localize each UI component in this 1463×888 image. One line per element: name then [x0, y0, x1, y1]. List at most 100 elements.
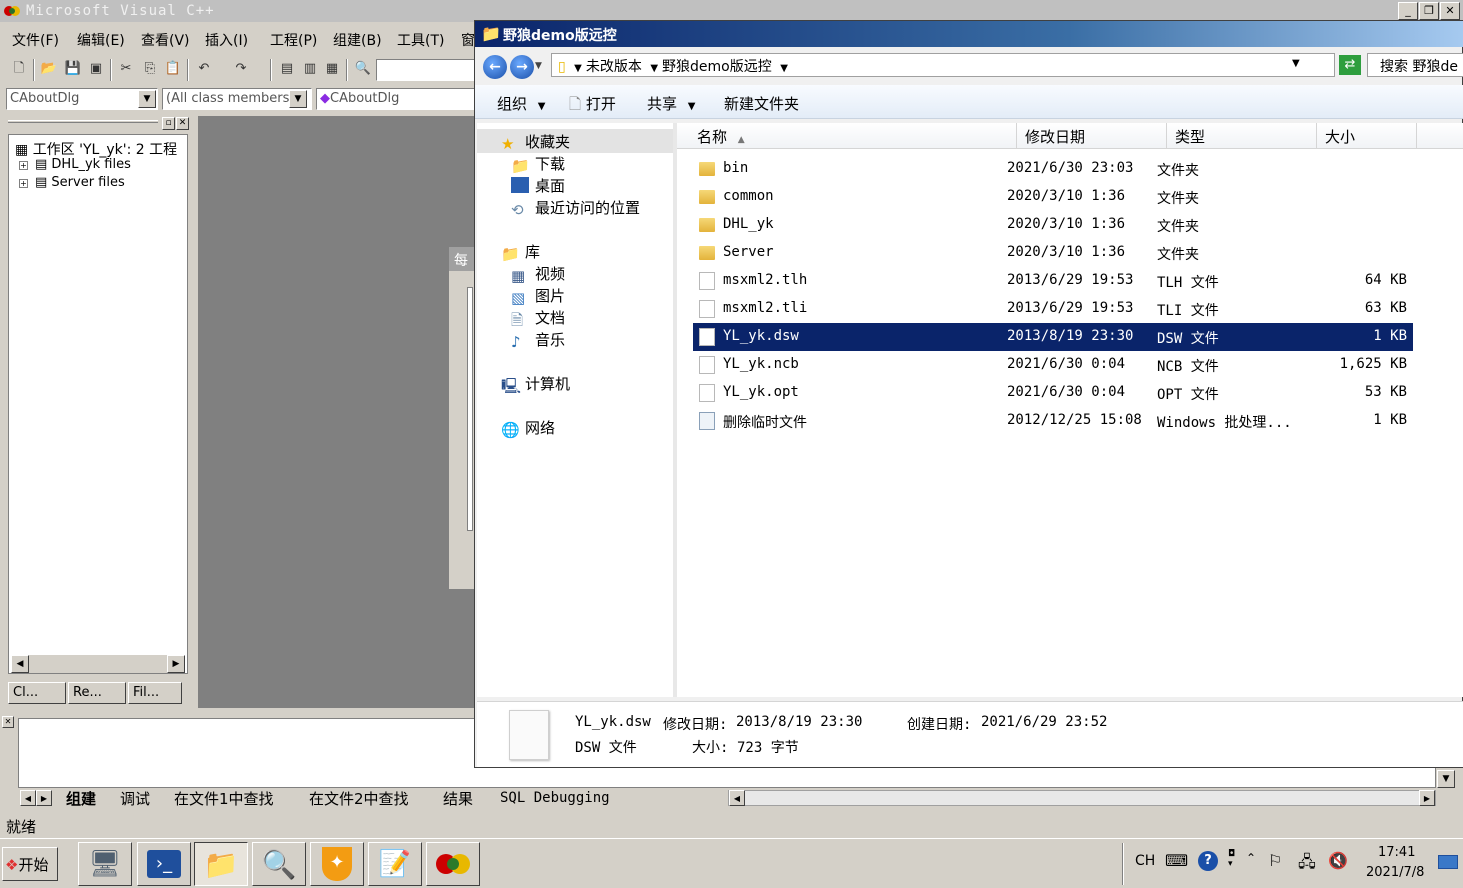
- breadcrumb-item[interactable]: 未改版本: [586, 59, 642, 75]
- file-row[interactable]: 删除临时文件 2012/12/25 15:08 Windows 批处理... 1 KB: [693, 407, 1413, 435]
- save-all-icon[interactable]: ▣: [85, 58, 107, 80]
- task-notepad[interactable]: 📝: [368, 842, 422, 886]
- menu-file[interactable]: 文件(F): [12, 30, 59, 50]
- menu-build[interactable]: 组建(B): [333, 30, 382, 50]
- expand-icon[interactable]: +: [19, 179, 28, 188]
- show-hidden-icons-icon[interactable]: ⌃: [1246, 851, 1256, 865]
- file-row[interactable]: Server 2020/3/10 1:36 文件夹: [693, 239, 1413, 267]
- search-input[interactable]: 搜索 野狼de: [1367, 53, 1463, 77]
- forward-arrow-icon[interactable]: →: [510, 55, 534, 79]
- vc-title-bar[interactable]: Microsoft Visual C++ _ ❐ ✕: [0, 0, 1463, 22]
- open-button[interactable]: 🗋 打开: [569, 93, 616, 119]
- file-row[interactable]: YL_yk.ncb 2021/6/30 0:04 NCB 文件 1,625 KB: [693, 351, 1413, 379]
- task-explorer[interactable]: 📁: [194, 842, 248, 886]
- clock-date[interactable]: 2021/7/8: [1366, 865, 1424, 880]
- chevron-down-icon[interactable]: ▼: [574, 63, 582, 74]
- nav-network[interactable]: 🌐 网络: [501, 417, 555, 439]
- column-name[interactable]: 名称 ▲: [677, 123, 1017, 149]
- volume-muted-icon[interactable]: 🔇: [1328, 851, 1348, 870]
- column-size[interactable]: 大小: [1317, 123, 1417, 149]
- breadcrumb[interactable]: ▯ ▼ 未改版本 ▼ 野狼demo版远控 ▼ ▼: [551, 53, 1335, 77]
- language-indicator[interactable]: CH: [1135, 853, 1155, 869]
- tab-build[interactable]: 组建: [66, 788, 96, 809]
- nav-recent-places[interactable]: ⟲ 最近访问的位置: [511, 197, 640, 219]
- nav-videos[interactable]: ▦ 视频: [511, 263, 565, 285]
- file-row[interactable]: msxml2.tli 2013/6/29 19:53 TLI 文件 63 KB: [693, 295, 1413, 323]
- find-in-files-icon[interactable]: 🔍: [352, 58, 374, 80]
- open-folder-icon[interactable]: 📂: [38, 58, 60, 80]
- function-combo[interactable]: ◆CAboutDlg: [316, 88, 480, 110]
- task-visual-cpp[interactable]: [426, 842, 480, 886]
- back-arrow-icon[interactable]: ←: [483, 55, 507, 79]
- scroll-right-icon[interactable]: ▶: [167, 655, 185, 673]
- file-row[interactable]: bin 2021/6/30 23:03 文件夹: [693, 155, 1413, 183]
- workspace-root[interactable]: ▦ 工作区 'YL_yk': 2 工程: [15, 139, 177, 159]
- tree-item-server[interactable]: ▤ Server files: [35, 175, 125, 190]
- task-powershell[interactable]: ›_: [137, 842, 191, 886]
- undo-icon[interactable]: ↶: [193, 58, 215, 80]
- task-security-app[interactable]: ✦: [310, 842, 364, 886]
- tab-find-in-files-2[interactable]: 在文件2中查找: [309, 788, 409, 809]
- chevron-down-icon[interactable]: ▼: [650, 63, 658, 74]
- new-folder-button[interactable]: 新建文件夹: [724, 93, 799, 114]
- menu-tools[interactable]: 工具(T): [397, 30, 444, 50]
- share-button[interactable]: 共享 ▼: [647, 93, 696, 114]
- tree-item-dhl-yk[interactable]: ▤ DHL_yk files: [35, 157, 131, 172]
- breadcrumb-item[interactable]: 野狼demo版远控: [662, 59, 772, 75]
- task-search[interactable]: 🔍: [252, 842, 306, 886]
- new-file-icon[interactable]: 🗋: [8, 58, 30, 80]
- window-list-icon[interactable]: ▦: [321, 58, 343, 80]
- tab-classview[interactable]: Cl...: [8, 682, 66, 704]
- nav-computer[interactable]: 🖳 计算机: [501, 373, 570, 395]
- nav-music[interactable]: ♪ 音乐: [511, 329, 565, 351]
- explorer-title-bar[interactable]: 📁 野狼demo版远控: [475, 21, 1463, 47]
- file-row[interactable]: msxml2.tlh 2013/6/29 19:53 TLH 文件 64 KB: [693, 267, 1413, 295]
- maximize-pane-button[interactable]: ▫: [162, 117, 175, 130]
- chevron-down-icon[interactable]: ▼: [780, 63, 788, 74]
- horizontal-scrollbar[interactable]: ◀ ▶: [11, 655, 185, 673]
- clock-time[interactable]: 17:41: [1378, 845, 1415, 860]
- ime-options-icon[interactable]: ◘ ▾: [1228, 849, 1235, 869]
- tab-results[interactable]: 结果: [443, 788, 473, 809]
- nav-pictures[interactable]: ▧ 图片: [511, 285, 565, 307]
- file-row[interactable]: common 2020/3/10 1:36 文件夹: [693, 183, 1413, 211]
- address-history-chevron-icon[interactable]: ▼: [1292, 58, 1300, 69]
- close-pane-button[interactable]: ✕: [176, 117, 189, 130]
- keyboard-icon[interactable]: ⌨: [1165, 851, 1188, 870]
- recent-pages-chevron-icon[interactable]: ▼: [535, 61, 542, 71]
- output-horizontal-scrollbar[interactable]: ◀ ▶: [728, 790, 1436, 806]
- redo-icon[interactable]: ↷: [230, 58, 252, 80]
- refresh-icon[interactable]: ⇄: [1339, 55, 1361, 75]
- save-icon[interactable]: 💾: [62, 58, 84, 80]
- nav-libraries[interactable]: 📁 库: [501, 241, 540, 263]
- file-row[interactable]: YL_yk.dsw 2013/8/19 23:30 DSW 文件 1 KB: [693, 323, 1413, 351]
- minimize-button[interactable]: _: [1398, 2, 1418, 20]
- tab-scroll-left-icon[interactable]: ◀: [20, 790, 36, 806]
- show-desktop-icon[interactable]: [1438, 855, 1458, 869]
- help-icon[interactable]: ?: [1198, 851, 1218, 871]
- paste-icon[interactable]: 📋: [162, 58, 184, 80]
- output-window-icon[interactable]: ▥: [299, 58, 321, 80]
- copy-icon[interactable]: ⎘: [139, 58, 161, 80]
- tab-debug[interactable]: 调试: [120, 788, 150, 809]
- scroll-left-icon[interactable]: ◀: [729, 790, 745, 806]
- find-combo[interactable]: [376, 59, 476, 81]
- start-button[interactable]: ❖开始: [2, 847, 58, 881]
- close-pane-button[interactable]: ✕: [2, 716, 14, 728]
- nav-desktop[interactable]: 桌面: [511, 175, 565, 196]
- column-date-modified[interactable]: 修改日期: [1017, 123, 1167, 149]
- menu-insert[interactable]: 插入(I): [205, 30, 248, 50]
- scroll-down-icon[interactable]: ▼: [1437, 770, 1455, 788]
- nav-downloads[interactable]: 📁 下载: [511, 153, 565, 175]
- tab-scroll-right-icon[interactable]: ▶: [36, 790, 52, 806]
- network-icon[interactable]: 🖧: [1298, 851, 1316, 878]
- expand-icon[interactable]: +: [19, 161, 28, 170]
- restore-button[interactable]: ❐: [1419, 2, 1439, 20]
- file-row[interactable]: DHL_yk 2020/3/10 1:36 文件夹: [693, 211, 1413, 239]
- file-row[interactable]: YL_yk.opt 2021/6/30 0:04 OPT 文件 53 KB: [693, 379, 1413, 407]
- menu-view[interactable]: 查看(V): [141, 30, 190, 50]
- workspace-grip[interactable]: ▫ ✕: [6, 116, 190, 132]
- nav-favorites[interactable]: ★ 收藏夹: [501, 131, 570, 153]
- scroll-right-icon[interactable]: ▶: [1419, 790, 1435, 806]
- class-combo[interactable]: CAboutDlg: [6, 88, 158, 110]
